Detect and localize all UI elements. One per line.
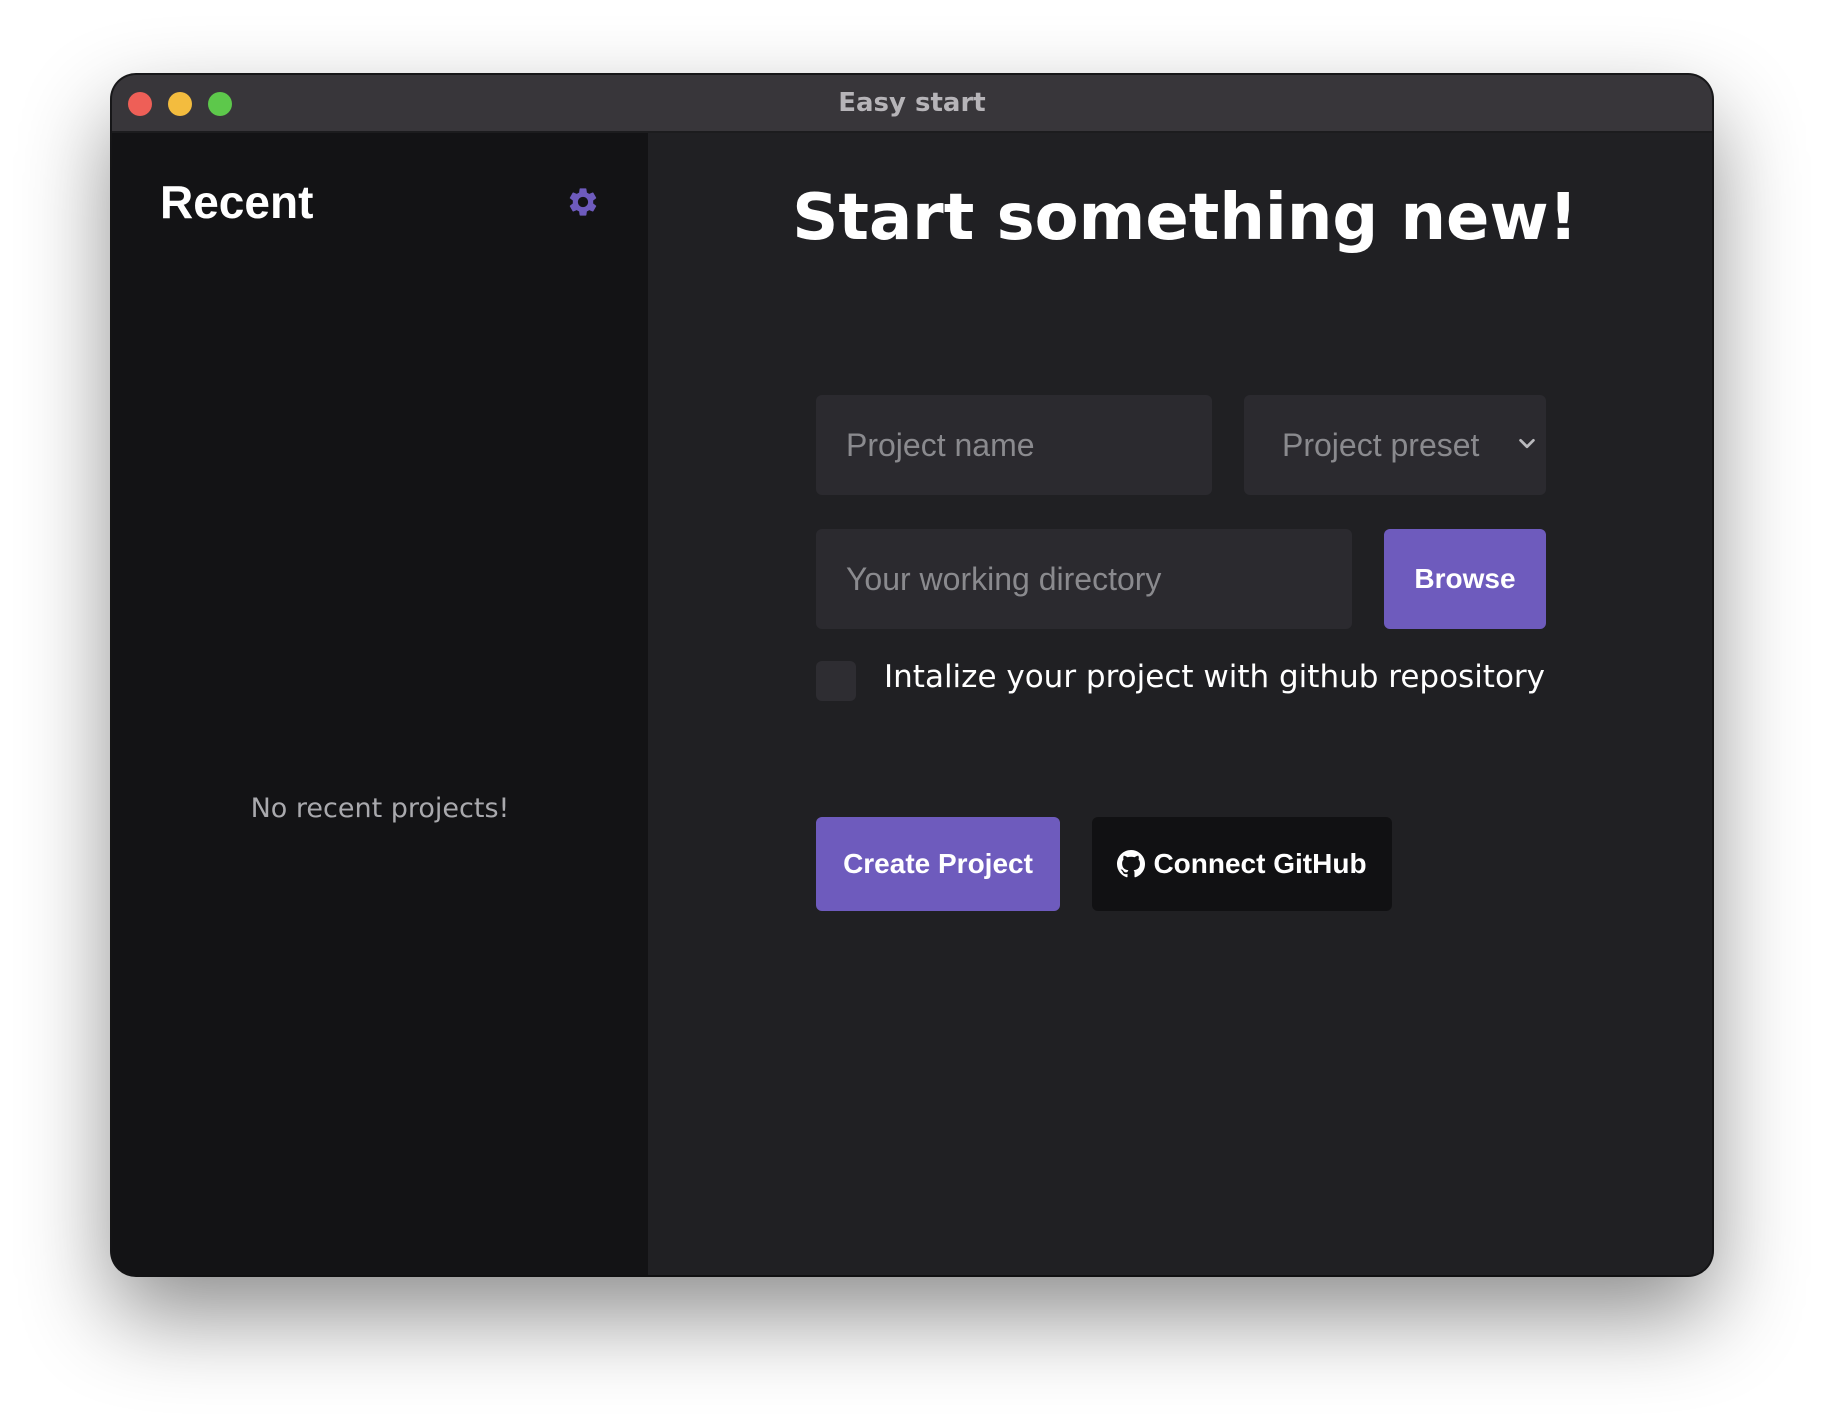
github-repo-checkbox[interactable] — [816, 661, 856, 701]
window-title: Easy start — [838, 88, 986, 118]
title-bar: Easy start — [112, 75, 1712, 133]
new-project-panel: Start something new! Project name Projec… — [648, 133, 1712, 1275]
browse-button[interactable]: Browse — [1384, 529, 1546, 629]
page-title: Start something new! — [792, 181, 1578, 255]
empty-recent-message: No recent projects! — [250, 793, 510, 824]
project-name-input[interactable]: Project name — [816, 395, 1212, 495]
project-preset-value: Project preset — [1282, 426, 1480, 463]
connect-github-button[interactable]: Connect GitHub — [1092, 817, 1392, 911]
project-name-placeholder: Project name — [846, 426, 1035, 463]
recent-sidebar: Recent No recent projects! — [112, 133, 648, 1275]
github-repo-checkbox-label[interactable]: Intalize your project with github reposi… — [884, 659, 1545, 695]
connect-github-label: Connect GitHub — [1153, 848, 1367, 879]
chevron-down-icon — [1519, 438, 1535, 449]
gear-icon[interactable] — [566, 185, 600, 219]
project-preset-select[interactable]: Project preset — [1244, 395, 1546, 495]
github-icon — [1117, 850, 1146, 878]
recent-title: Recent — [160, 176, 314, 228]
working-directory-placeholder: Your working directory — [846, 560, 1162, 597]
app-window: Easy start Recent No recent projects! St… — [112, 75, 1712, 1275]
working-directory-input[interactable]: Your working directory — [816, 529, 1352, 629]
create-project-button[interactable]: Create Project — [816, 817, 1060, 911]
